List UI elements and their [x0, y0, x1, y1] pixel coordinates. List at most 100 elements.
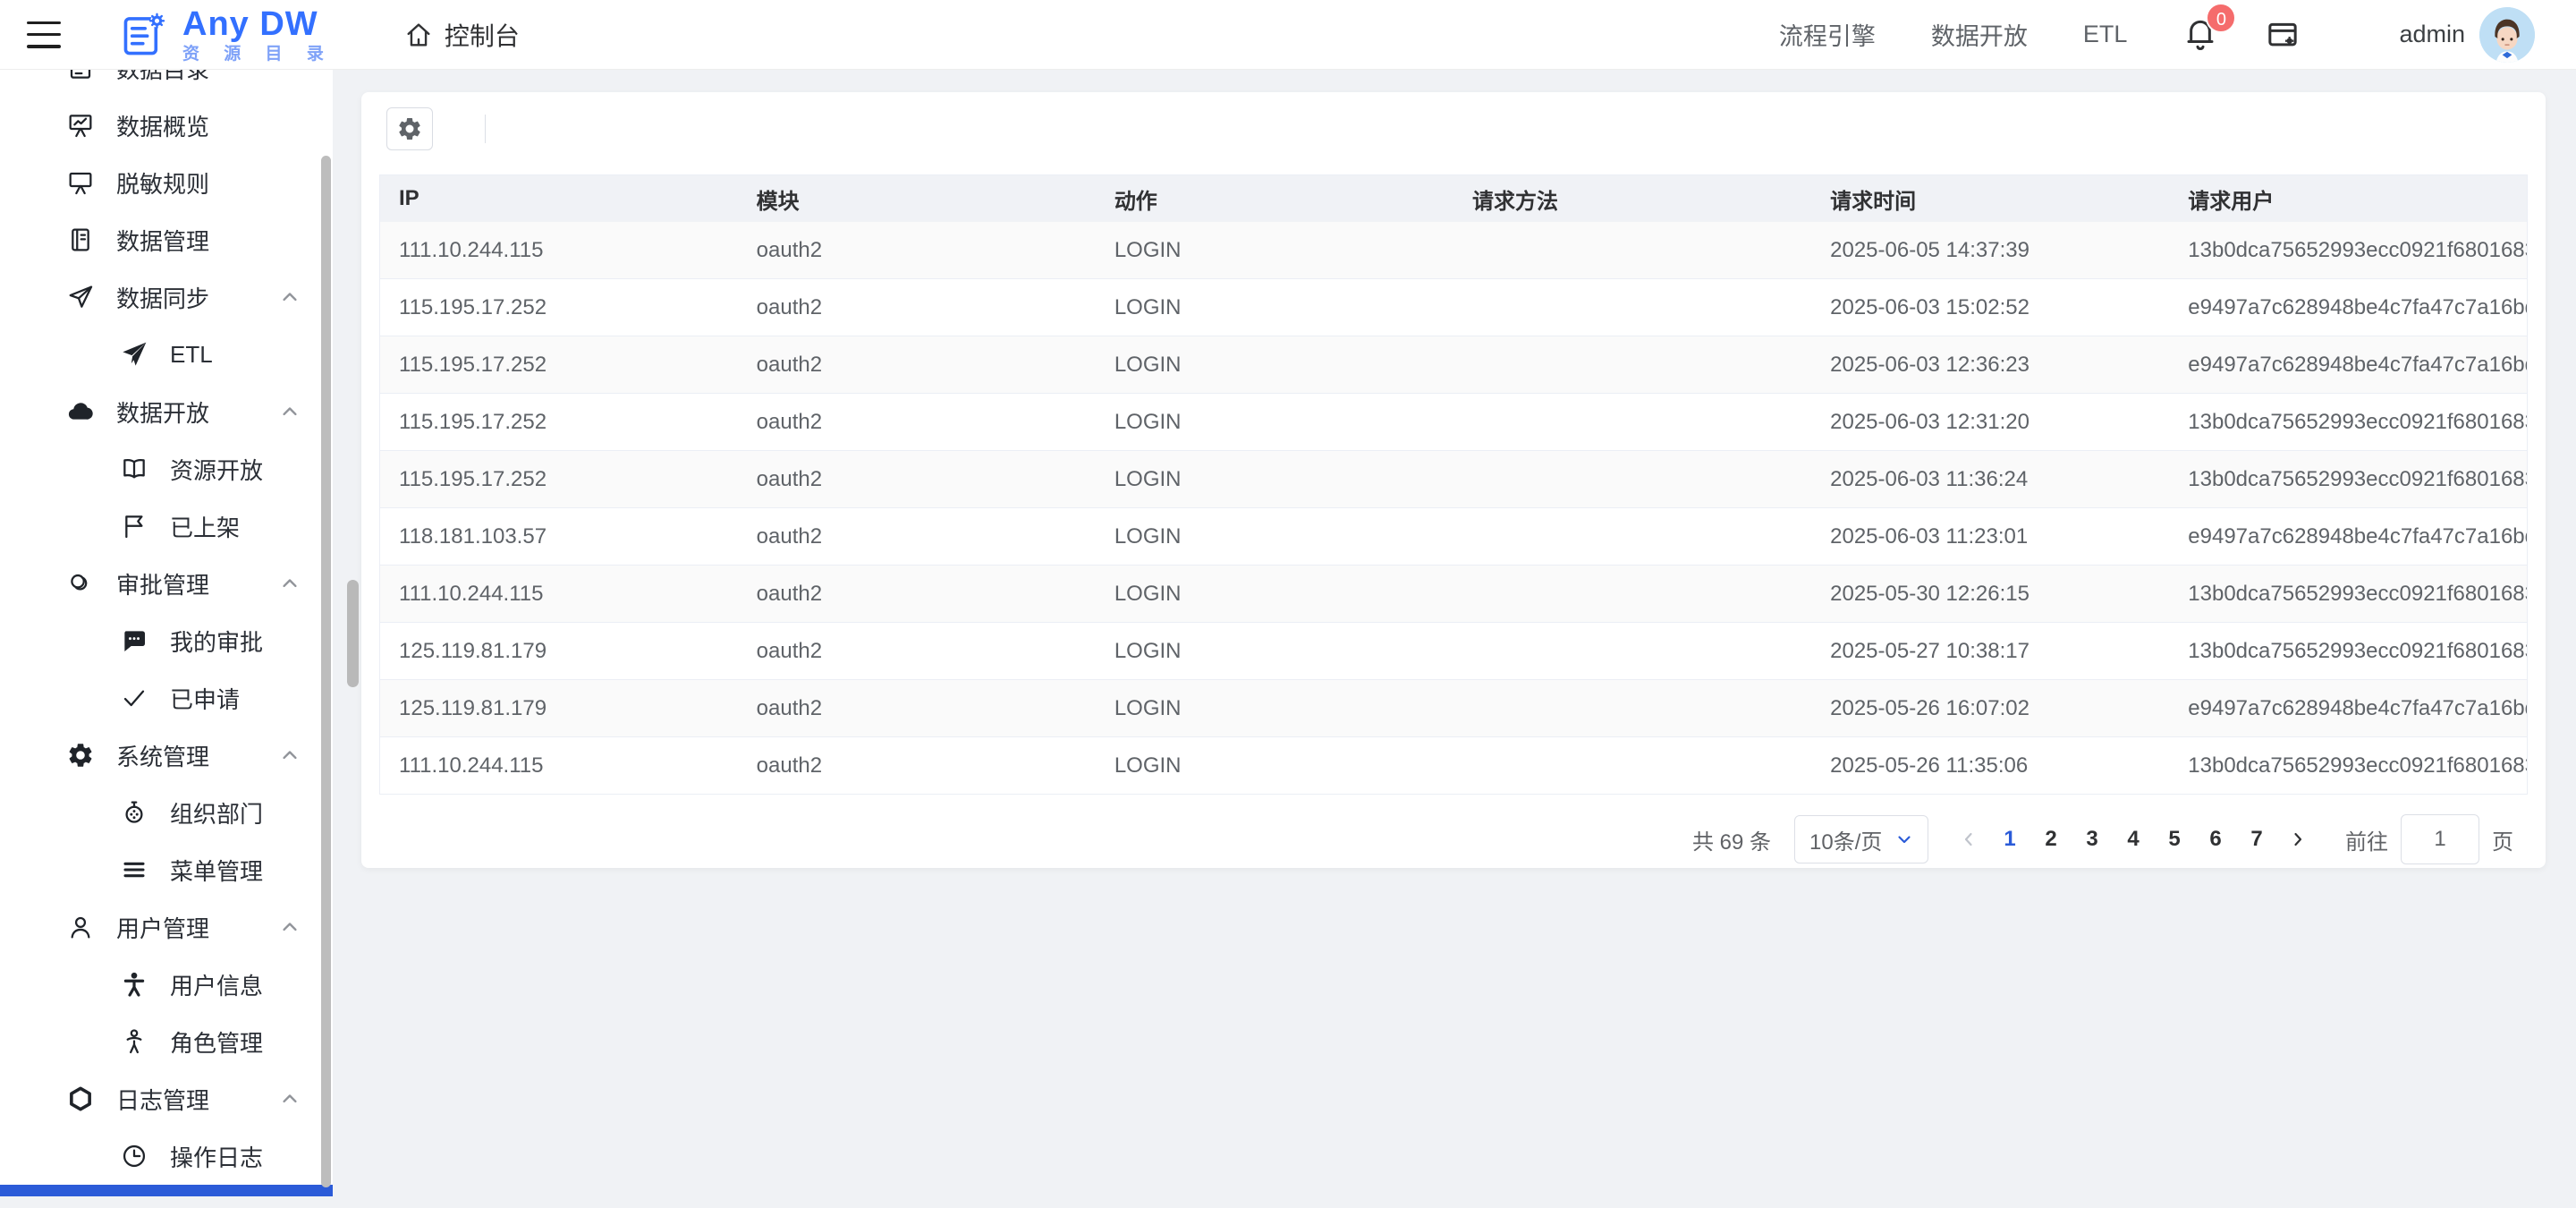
- sidebar-item[interactable]: 角色管理: [0, 1013, 333, 1070]
- total-count-label: 共 69 条: [1691, 829, 1771, 855]
- cell-action: LOGIN: [1095, 622, 1453, 680]
- sidebar-item[interactable]: 我的审批: [0, 612, 333, 669]
- notification-bell-button[interactable]: 0: [2182, 2, 2237, 55]
- goto-page-input[interactable]: [2401, 814, 2479, 864]
- avatar: [2479, 6, 2535, 63]
- column-settings-button[interactable]: [386, 107, 433, 150]
- cell-user: e9497a7c628948be4c7fa47c7a16bda8: [2169, 336, 2528, 394]
- sidebar-item[interactable]: 数据概览: [0, 97, 333, 154]
- link-rings-icon: [66, 569, 95, 598]
- sidebar-item[interactable]: 操作日志: [0, 1127, 333, 1185]
- sidebar-menu: 数据目录 数据概览 脱敏规则 数据管理: [0, 70, 333, 1196]
- console-label: 控制台: [444, 21, 520, 50]
- column-header: 请求时间: [1811, 174, 2170, 222]
- topbar-nav-item[interactable]: 数据开放: [1931, 17, 2028, 52]
- cell-action: LOGIN: [1095, 222, 1453, 279]
- topbar-nav-item[interactable]: 流程引擎: [1779, 17, 1876, 52]
- sidebar-item[interactable]: 已上架: [0, 498, 333, 555]
- cell-time: 2025-06-03 12:31:20: [1811, 393, 2170, 451]
- cell-method: [1453, 679, 1812, 737]
- column-header: 动作: [1095, 174, 1453, 222]
- chevron-right-icon: [2287, 829, 2309, 850]
- cell-time: 2025-06-05 14:37:39: [1811, 222, 2170, 279]
- watch-icon: [120, 798, 148, 827]
- sidebar-item[interactable]: 数据目录: [0, 70, 333, 97]
- sidebar-item[interactable]: 日志管理: [0, 1070, 333, 1127]
- cell-user: e9497a7c628948be4c7fa47c7a16bda8: [2169, 679, 2528, 737]
- table-row: 125.119.81.179 oauth2 LOGIN 2025-05-26 1…: [379, 679, 2528, 737]
- page-number[interactable]: 3: [2072, 815, 2113, 863]
- sidebar-item[interactable]: 组织部门: [0, 784, 333, 841]
- page-number[interactable]: 4: [2113, 815, 2154, 863]
- sidebar-item[interactable]: 脱敏规则: [0, 154, 333, 211]
- sidebar-scrollbar-thumb[interactable]: [321, 156, 331, 1187]
- sidebar-item[interactable]: 资源开放: [0, 440, 333, 498]
- user-menu[interactable]: admin: [2399, 6, 2535, 63]
- sidebar-item[interactable]: ETL: [0, 326, 333, 383]
- content-scrollbar-thumb[interactable]: [347, 580, 359, 687]
- open-book-icon: [120, 455, 148, 483]
- sidebar-toggle-button[interactable]: [27, 21, 61, 48]
- cell-time: 2025-06-03 12:36:23: [1811, 336, 2170, 394]
- next-page-button[interactable]: [2277, 815, 2318, 863]
- cell-action: LOGIN: [1095, 278, 1453, 336]
- prev-page-button[interactable]: [1948, 815, 1989, 863]
- home-icon: [403, 20, 434, 50]
- console-link[interactable]: 控制台: [403, 17, 520, 53]
- table-row: 118.181.103.57 oauth2 LOGIN 2025-06-03 1…: [379, 507, 2528, 566]
- page-size-select[interactable]: 10条/页: [1794, 815, 1928, 863]
- username-label: admin: [2399, 21, 2465, 47]
- column-header: 模块: [737, 174, 1096, 222]
- cell-module: oauth2: [737, 565, 1096, 623]
- login-log-table: IP 模块 动作 请求方法 请求时间 请求用户 111.10.244.115 oauth2…: [379, 174, 2528, 795]
- cell-user: 13b0dca75652993ecc0921f68016835f: [2169, 736, 2528, 795]
- page-number[interactable]: 1: [1989, 815, 2030, 863]
- cell-ip: 115.195.17.252: [379, 393, 738, 451]
- page-number[interactable]: 6: [2195, 815, 2236, 863]
- cell-module: oauth2: [737, 679, 1096, 737]
- cell-module: oauth2: [737, 450, 1096, 508]
- cell-method: [1453, 565, 1812, 623]
- cell-action: LOGIN: [1095, 736, 1453, 795]
- role-icon: [120, 1027, 148, 1056]
- page-unit-label: 页: [2492, 829, 2513, 855]
- topbar-left: Any DW 资 源 目 录 控制台: [27, 7, 520, 63]
- cell-module: oauth2: [737, 222, 1096, 279]
- sidebar-item[interactable]: 菜单管理: [0, 841, 333, 898]
- topbar-nav-item[interactable]: ETL: [2083, 21, 2128, 48]
- chevron-down-icon: [1894, 829, 1915, 850]
- table-toolbar: [361, 92, 2546, 151]
- sidebar-item[interactable]: 系统管理: [0, 727, 333, 784]
- chat-bubble-icon: [120, 626, 148, 655]
- page-number[interactable]: 7: [2236, 815, 2277, 863]
- table-row: 125.119.81.179 oauth2 LOGIN 2025-05-27 1…: [379, 622, 2528, 680]
- sidebar-item[interactable]: 登录日志: [0, 1185, 333, 1196]
- cell-ip: 111.10.244.115: [379, 736, 738, 795]
- page-size-value: 10条/页: [1809, 829, 1883, 855]
- cell-method: [1453, 736, 1812, 795]
- cell-user: 13b0dca75652993ecc0921f68016835f: [2169, 450, 2528, 508]
- login-log-card: IP 模块 动作 请求方法 请求时间 请求用户 111.10.244.115 oauth2…: [361, 92, 2546, 868]
- sidebar-item[interactable]: 用户管理: [0, 898, 333, 956]
- table-row: 115.195.17.252 oauth2 LOGIN 2025-06-03 1…: [379, 336, 2528, 394]
- sidebar: 数据目录 数据概览 脱敏规则 数据管理: [0, 70, 333, 1196]
- cell-time: 2025-05-27 10:38:17: [1811, 622, 2170, 680]
- table-row: 115.195.17.252 oauth2 LOGIN 2025-06-03 1…: [379, 450, 2528, 508]
- cell-method: [1453, 450, 1812, 508]
- cell-module: oauth2: [737, 336, 1096, 394]
- brand-name: Any DW: [182, 4, 318, 43]
- sidebar-item[interactable]: 数据管理: [0, 211, 333, 268]
- app-root: { "topbar": { "brand": { "name": "Any DW…: [0, 0, 2576, 1208]
- page-number[interactable]: 2: [2030, 815, 2072, 863]
- sidebar-item[interactable]: 用户信息: [0, 956, 333, 1013]
- sidebar-item[interactable]: 审批管理: [0, 555, 333, 612]
- workspace-window-gear-icon[interactable]: [2265, 17, 2301, 53]
- sidebar-item[interactable]: 已申请: [0, 669, 333, 727]
- toolbar-divider: [485, 115, 486, 143]
- paper-plane-filled-icon: [120, 340, 148, 369]
- sidebar-item[interactable]: 数据开放: [0, 383, 333, 440]
- pagination: 共 69 条 10条/页 1234567 前往 页: [361, 814, 2513, 864]
- cell-module: oauth2: [737, 507, 1096, 566]
- sidebar-item[interactable]: 数据同步: [0, 268, 333, 326]
- page-number[interactable]: 5: [2154, 815, 2195, 863]
